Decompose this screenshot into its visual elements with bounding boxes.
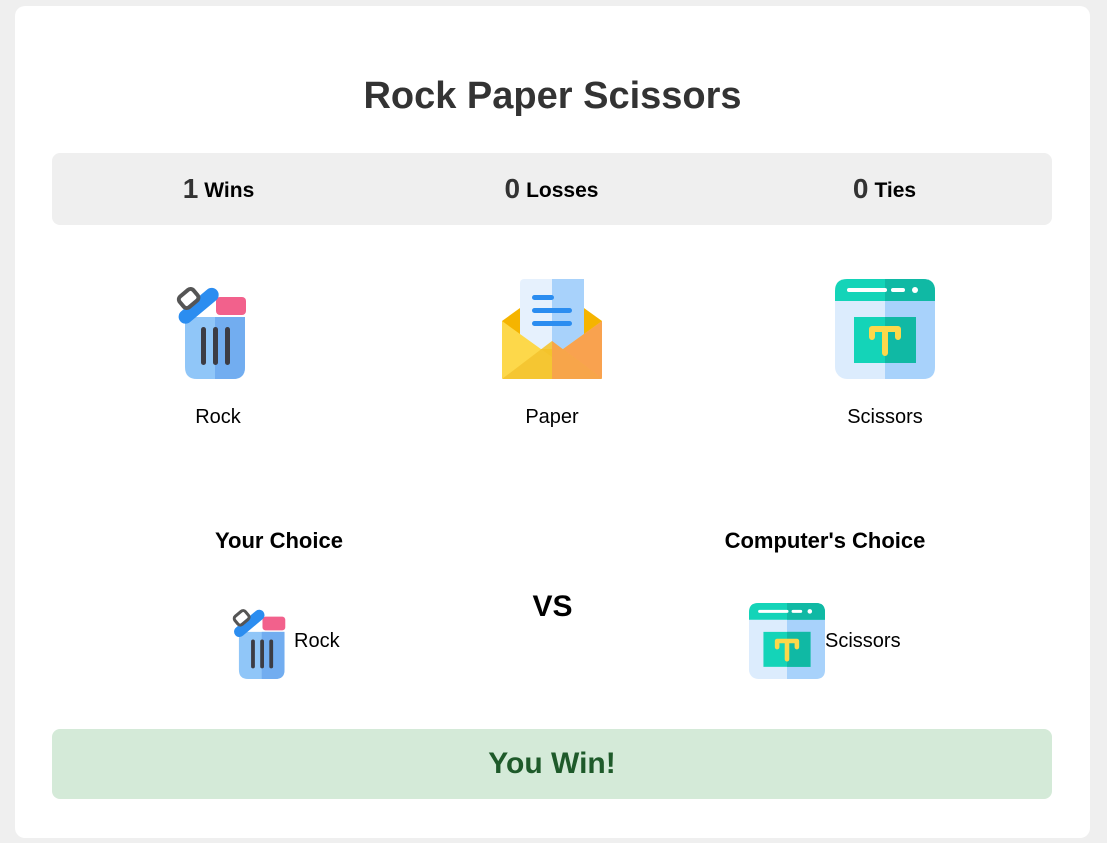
- rock-choice-button[interactable]: Rock: [138, 279, 298, 439]
- your-choice-heading: Your Choice: [215, 528, 343, 553]
- paper-choice-button[interactable]: Paper: [472, 279, 632, 439]
- wins-score: 1 Wins: [52, 153, 385, 225]
- your-choice-label: Rock: [294, 630, 340, 652]
- computer-choice-heading: Computer's Choice: [724, 528, 926, 553]
- rock-label: Rock: [195, 406, 241, 428]
- page-title: Rock Paper Scissors: [363, 75, 742, 117]
- trash-bin-icon: [176, 286, 246, 379]
- scissors-choice-button[interactable]: Scissors: [805, 279, 965, 439]
- scissors-label: Scissors: [847, 406, 923, 428]
- ties-count: 0: [852, 173, 869, 204]
- losses-score: 0 Losses: [385, 153, 718, 225]
- browser-window-icon: [835, 279, 935, 379]
- losses-count: 0: [504, 173, 521, 204]
- losses-label: Losses: [526, 179, 599, 202]
- vs-label: VS: [532, 590, 573, 623]
- result-banner: You Win!: [52, 729, 1052, 799]
- envelope-letter-icon: [502, 279, 602, 379]
- computer-choice-label: Scissors: [825, 630, 901, 652]
- your-choice-trash-bin-icon: [232, 609, 286, 679]
- wins-label: Wins: [204, 179, 255, 202]
- game-card: Rock Paper Scissors 1 Wins 0 Losses 0 Ti…: [15, 6, 1090, 838]
- wins-count: 1: [182, 173, 199, 204]
- result-text: You Win!: [488, 747, 616, 780]
- computer-choice-browser-window-icon: [749, 603, 825, 679]
- paper-label: Paper: [525, 406, 579, 428]
- ties-score: 0 Ties: [718, 153, 1051, 225]
- scoreboard: 1 Wins 0 Losses 0 Ties: [52, 153, 1052, 225]
- ties-label: Ties: [874, 179, 917, 202]
